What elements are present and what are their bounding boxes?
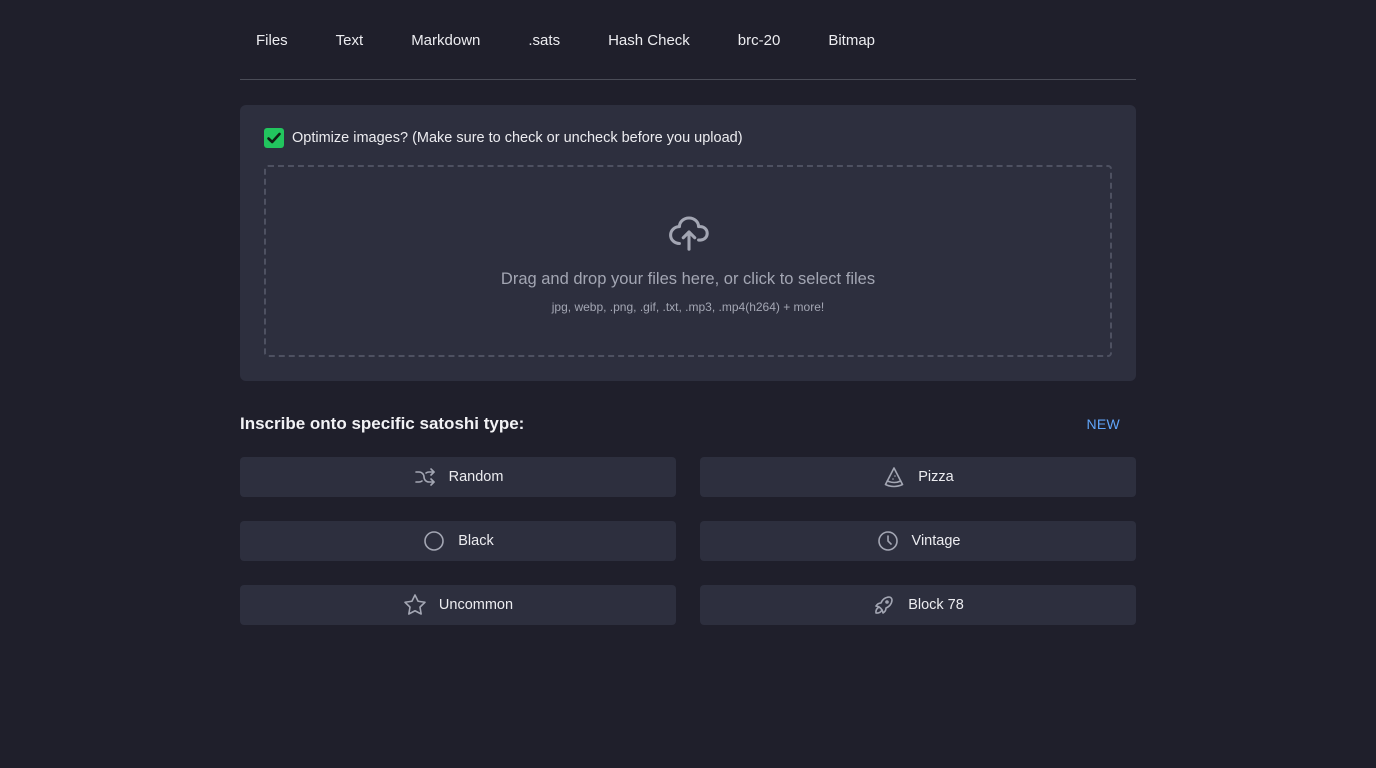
sat-block-78-button[interactable]: Block 78 [700, 585, 1136, 625]
sat-pizza-label: Pizza [918, 469, 954, 485]
tab-sats[interactable]: .sats [512, 32, 576, 49]
sat-uncommon-label: Uncommon [438, 597, 514, 613]
sat-uncommon-button[interactable]: Uncommon [240, 585, 676, 625]
satoshi-type-heading: Inscribe onto specific satoshi type: [240, 414, 525, 433]
sat-vintage-button[interactable]: Vintage [700, 521, 1136, 561]
sat-block-78-label: Block 78 [908, 597, 964, 613]
tab-hash-check[interactable]: Hash Check [592, 32, 706, 49]
clock-icon [876, 529, 900, 553]
checkmark-icon [267, 132, 281, 144]
tab-markdown[interactable]: Markdown [395, 32, 496, 49]
cloud-upload-icon [669, 216, 709, 251]
shuffle-icon [413, 465, 437, 489]
sat-black-label: Black [458, 533, 494, 549]
rocket-icon [872, 593, 896, 617]
dropzone-instructions: Drag and drop your files here, or click … [500, 270, 876, 288]
tab-bitmap[interactable]: Bitmap [812, 32, 891, 49]
main-container: Files Text Markdown .sats Hash Check brc… [240, 0, 1136, 625]
optimize-images-option[interactable]: Optimize images? (Make sure to check or … [264, 128, 743, 148]
upload-panel: Optimize images? (Make sure to check or … [240, 105, 1136, 381]
tab-brc-20[interactable]: brc-20 [722, 32, 797, 49]
sat-black-button[interactable]: Black [240, 521, 676, 561]
sat-random-button[interactable]: Random [240, 457, 676, 497]
star-icon [403, 593, 427, 617]
pizza-icon [882, 465, 906, 489]
sat-pizza-button[interactable]: Pizza [700, 457, 1136, 497]
dropzone-supported-formats: jpg, webp, .png, .gif, .txt, .mp3, .mp4(… [551, 300, 825, 314]
tab-text[interactable]: Text [320, 32, 380, 49]
optimize-images-checkbox[interactable] [264, 128, 284, 148]
sat-vintage-label: Vintage [911, 533, 961, 549]
optimize-images-label: Optimize images? (Make sure to check or … [292, 130, 743, 146]
file-dropzone[interactable]: Drag and drop your files here, or click … [264, 165, 1112, 357]
tab-bar: Files Text Markdown .sats Hash Check brc… [240, 0, 1136, 80]
sat-random-label: Random [448, 469, 504, 485]
tab-files[interactable]: Files [240, 32, 304, 49]
circle-icon [422, 529, 446, 553]
new-badge: NEW [1086, 416, 1120, 432]
